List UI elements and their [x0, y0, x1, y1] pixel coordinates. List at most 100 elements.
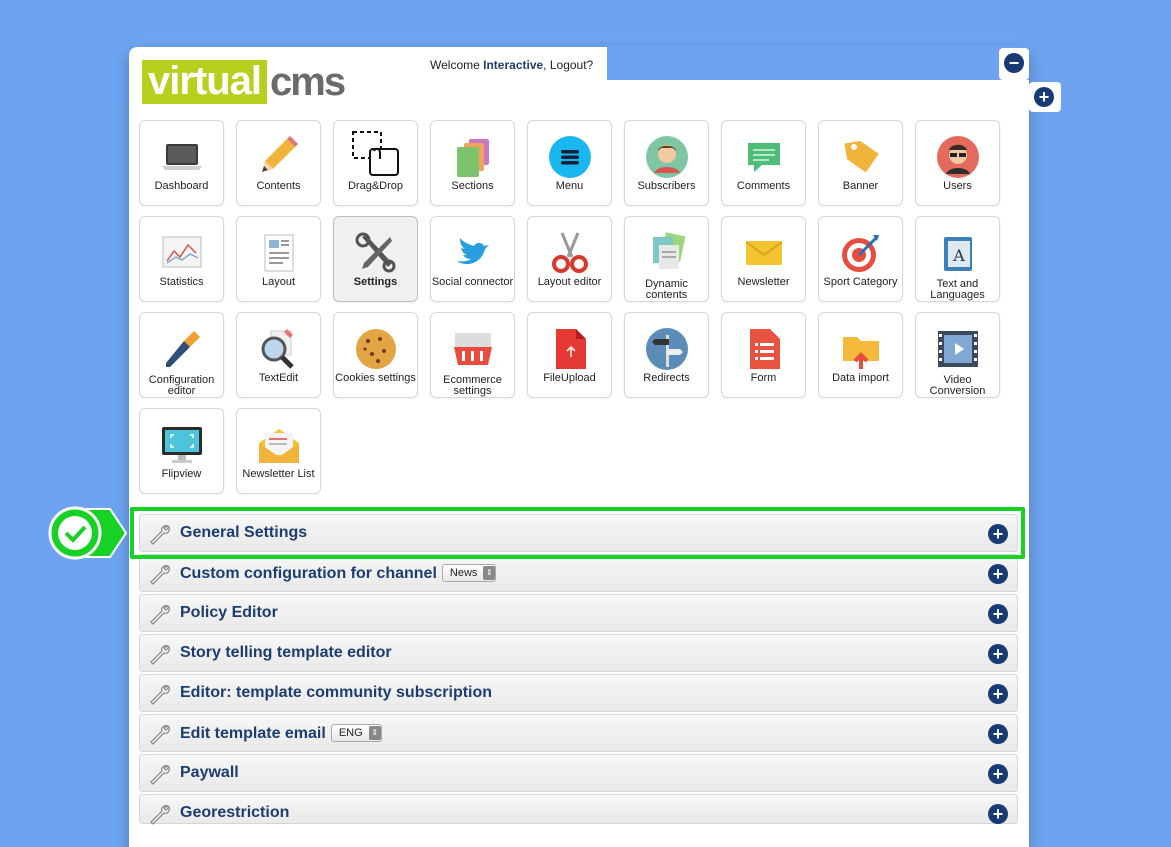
- header-notch: [607, 47, 1029, 80]
- section-story-telling[interactable]: Story telling template editor +: [139, 634, 1018, 672]
- tile-label: Video Conversion: [929, 374, 986, 397]
- tile-label: FileUpload: [543, 372, 596, 384]
- tile-sport-category[interactable]: Sport Category: [818, 216, 903, 302]
- person-icon: [646, 136, 688, 178]
- section-policy-editor[interactable]: Policy Editor +: [139, 594, 1018, 632]
- section-custom-configuration[interactable]: Custom configuration for channel News ⇕ +: [139, 554, 1018, 592]
- channel-select[interactable]: News ⇕: [441, 564, 497, 582]
- tile-video-conversion[interactable]: Video Conversion: [915, 312, 1000, 398]
- wrench-icon: [150, 685, 170, 705]
- language-select-value: ENG: [338, 727, 363, 739]
- tile-label: Subscribers: [637, 180, 696, 192]
- section-edit-template-email[interactable]: Edit template email ENG ⇕ +: [139, 714, 1018, 752]
- chevron-updown-icon: ⇕: [368, 726, 381, 740]
- cookie-icon: [356, 329, 396, 369]
- tile-label: Drag&Drop: [347, 180, 404, 192]
- minus-circle-icon[interactable]: −: [1004, 53, 1024, 73]
- wrench-icon: [150, 565, 170, 585]
- chart-icon: [162, 236, 202, 268]
- basket-icon: [454, 333, 492, 365]
- plus-circle-icon[interactable]: +: [988, 764, 1008, 784]
- plus-circle-icon[interactable]: +: [1034, 87, 1054, 107]
- logout-link[interactable]: , Logout?: [543, 58, 593, 72]
- envelope-icon: [745, 241, 783, 265]
- scissors-icon: [552, 232, 588, 273]
- svg-text:A: A: [952, 246, 965, 265]
- tile-text-languages[interactable]: A Text and Languages: [915, 216, 1000, 302]
- tile-label: Contents: [256, 180, 301, 192]
- plus-circle-icon[interactable]: +: [988, 644, 1008, 664]
- tile-flipview[interactable]: Flipview: [139, 408, 224, 494]
- tile-layout[interactable]: Layout: [236, 216, 321, 302]
- target-icon: [842, 235, 879, 272]
- wrench-icon: [150, 725, 170, 745]
- wrench-icon: [150, 605, 170, 625]
- check-circle-icon: [48, 506, 128, 560]
- tile-label: Ecommerce settings: [443, 374, 502, 397]
- tile-label: Flipview: [161, 468, 202, 480]
- tile-menu[interactable]: Menu: [527, 120, 612, 206]
- tile-sections[interactable]: Sections: [430, 120, 515, 206]
- tile-form[interactable]: Form: [721, 312, 806, 398]
- tile-dynamic-contents[interactable]: Dynamic contents: [624, 216, 709, 302]
- tile-label: Newsletter List: [242, 468, 315, 480]
- welcome-text: Welcome: [430, 58, 484, 72]
- tile-layout-editor[interactable]: Layout editor: [527, 216, 612, 302]
- folder-import-icon: [843, 337, 879, 369]
- tile-data-import[interactable]: Data import: [818, 312, 903, 398]
- tile-label: Form: [750, 372, 777, 384]
- chevron-updown-icon: ⇕: [483, 566, 496, 580]
- tile-comments[interactable]: Comments: [721, 120, 806, 206]
- plus-circle-icon[interactable]: +: [988, 564, 1008, 584]
- tile-drag-drop[interactable]: Drag&Drop: [333, 120, 418, 206]
- pencil-icon: [262, 136, 298, 172]
- tile-subscribers[interactable]: Subscribers: [624, 120, 709, 206]
- bird-icon: [457, 238, 489, 265]
- tile-settings[interactable]: Settings: [333, 216, 418, 302]
- tag-icon: [844, 140, 879, 173]
- tile-banner[interactable]: Banner: [818, 120, 903, 206]
- section-editor-community[interactable]: Editor: template community subscription …: [139, 674, 1018, 712]
- tile-textedit[interactable]: TextEdit: [236, 312, 321, 398]
- video-icon: [938, 331, 978, 367]
- wrench-icon: [150, 805, 170, 825]
- tile-fileupload[interactable]: FileUpload: [527, 312, 612, 398]
- language-select[interactable]: ENG ⇕: [330, 724, 382, 742]
- screwdriver-icon: [166, 331, 200, 367]
- tile-label: Comments: [736, 180, 791, 192]
- tile-dashboard[interactable]: Dashboard: [139, 120, 224, 206]
- section-title: Editor: template community subscription: [180, 684, 493, 701]
- signpost-icon: [646, 328, 688, 370]
- section-georestriction[interactable]: Georestriction +: [139, 794, 1018, 825]
- tile-label: Text and Languages: [930, 278, 985, 301]
- tile-label: Configuration editor: [148, 374, 215, 397]
- tile-newsletter[interactable]: Newsletter: [721, 216, 806, 302]
- form-icon: [750, 329, 780, 369]
- logo-cms: cms: [270, 59, 346, 104]
- tile-label: Settings: [353, 276, 398, 288]
- magnifier-icon: [261, 329, 294, 369]
- plus-circle-icon[interactable]: +: [988, 804, 1008, 824]
- plus-circle-icon[interactable]: +: [988, 604, 1008, 624]
- logo-virtual: virtual: [142, 60, 268, 104]
- tile-newsletter-list[interactable]: Newsletter List: [236, 408, 321, 494]
- section-title: Georestriction: [180, 804, 290, 821]
- tile-configuration-editor[interactable]: Configuration editor: [139, 312, 224, 398]
- tile-statistics[interactable]: Statistics: [139, 216, 224, 302]
- tile-contents[interactable]: Contents: [236, 120, 321, 206]
- tile-label: Sport Category: [823, 276, 898, 288]
- section-title-text: Edit template email: [180, 725, 326, 742]
- plus-circle-icon[interactable]: +: [988, 724, 1008, 744]
- file-upload-icon: [556, 329, 586, 369]
- tile-social-connector[interactable]: Social connector: [430, 216, 515, 302]
- tile-cookies-settings[interactable]: Cookies settings: [333, 312, 418, 398]
- plus-circle-icon[interactable]: +: [988, 684, 1008, 704]
- tile-redirects[interactable]: Redirects: [624, 312, 709, 398]
- tile-users[interactable]: Users: [915, 120, 1000, 206]
- welcome-bar: Welcome Interactive, Logout?: [430, 58, 593, 72]
- tile-label: TextEdit: [258, 372, 299, 384]
- tile-ecommerce-settings[interactable]: Ecommerce settings: [430, 312, 515, 398]
- section-paywall[interactable]: Paywall +: [139, 754, 1018, 792]
- tile-label: Social connector: [431, 276, 514, 288]
- speech-bubble-icon: [748, 143, 780, 172]
